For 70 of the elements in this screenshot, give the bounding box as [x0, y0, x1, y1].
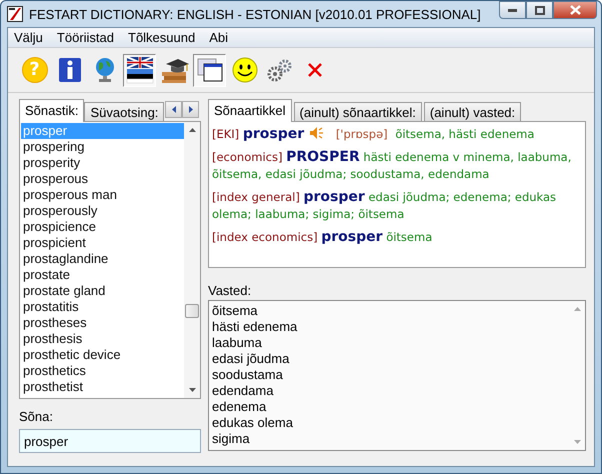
minimize-button[interactable] — [499, 1, 526, 19]
word-list-item[interactable]: prostate — [21, 267, 184, 283]
scrollbar[interactable] — [184, 122, 200, 398]
maximize-button[interactable] — [526, 1, 553, 19]
article-entry: [index general] prosper edasi jõudma; edenema; edukas olema; laabuma; sigima; õitsema — [212, 189, 558, 223]
word-list-item[interactable]: prostheses — [21, 315, 184, 331]
smiley-icon — [232, 57, 258, 83]
article-entry: [EKI] prosper ['prɒspə] õitsema, hästi edenema — [212, 126, 536, 143]
menu-item[interactable]: Tõlkesuund — [128, 30, 196, 45]
word-list-item[interactable]: prostaglandine — [21, 251, 184, 267]
speaker-icon[interactable] — [310, 127, 324, 139]
word-list-item[interactable]: prosperous — [21, 171, 184, 187]
scroll-up-icon — [574, 307, 580, 311]
tab[interactable]: (ainult) vasted: — [424, 102, 522, 122]
matches-list-item[interactable]: sigima — [212, 431, 566, 447]
scroll-left-button[interactable] — [165, 101, 182, 118]
menu-item[interactable]: Abi — [209, 30, 228, 45]
gears-icon — [266, 57, 294, 83]
info-icon — [58, 57, 82, 83]
word-list-item[interactable]: prosperity — [21, 155, 184, 171]
word-list-item[interactable]: prospicient — [21, 235, 184, 251]
window-icon — [196, 58, 222, 82]
matches-list-item[interactable]: õitsema — [212, 303, 566, 319]
close-icon — [306, 62, 322, 78]
word-list-item[interactable]: prosperous man — [21, 187, 184, 203]
menu-item[interactable]: Tööriistad — [56, 30, 114, 45]
toolbar-button[interactable] — [123, 54, 156, 86]
matches-list-item[interactable]: laabuma — [212, 335, 566, 351]
menu-item[interactable]: Välju — [14, 30, 43, 45]
matches-list-item[interactable]: hästi edenema — [212, 319, 566, 335]
graduation-cap-books-icon — [160, 56, 190, 84]
tab[interactable]: Sõnastik: — [19, 99, 84, 122]
scroll-down-icon — [188, 388, 196, 392]
word-list-item[interactable]: prosthesis — [21, 331, 184, 347]
word-list-item[interactable]: prostatitis — [21, 299, 184, 315]
matches-list-item[interactable]: edenema — [212, 399, 566, 415]
word-list-item[interactable]: prosthetics — [21, 363, 184, 379]
word-list-item[interactable]: prospicience — [21, 219, 184, 235]
matches-list-item[interactable]: soodustama — [212, 367, 566, 383]
window-title: FESTART DICTIONARY: ENGLISH - ESTONIAN [v2010.01 PROFESSIONAL] — [29, 6, 482, 22]
scroll-down-icon — [574, 440, 580, 444]
maximize-icon — [534, 6, 544, 14]
article-entry: [index economics] prosper õitsema — [212, 229, 434, 246]
word-list-item[interactable]: prospering — [21, 139, 184, 155]
globe-icon — [94, 57, 116, 83]
word-list-item[interactable]: prostate gland — [21, 283, 184, 299]
minimize-icon — [508, 8, 517, 12]
scroll-up-icon — [188, 128, 196, 132]
matches-label: Vasted: — [208, 282, 252, 299]
matches-list-item[interactable]: edendama — [212, 383, 566, 399]
close-button[interactable] — [553, 1, 597, 19]
matches-list-item[interactable]: edasi jõudma — [212, 351, 566, 367]
word-label: Sõna: — [19, 408, 54, 425]
tab[interactable]: Süvaotsing: — [84, 102, 164, 122]
tab[interactable]: (ainult) sõnaartikkel: — [294, 102, 422, 122]
flags-icon — [126, 56, 154, 84]
word-list-item[interactable]: prosperously — [21, 203, 184, 219]
scrollbar-thumb[interactable] — [185, 304, 199, 318]
matches-list-item[interactable]: edukas olema — [212, 415, 566, 431]
right-arrow-icon — [188, 106, 193, 113]
word-input-field[interactable]: prosper — [19, 429, 201, 453]
app-icon — [7, 6, 23, 22]
close-icon — [570, 5, 580, 15]
word-list-item[interactable]: prosthetic device — [21, 347, 184, 363]
tab[interactable]: Sõnaartikkel — [208, 99, 292, 122]
scroll-right-button[interactable] — [182, 101, 200, 118]
left-arrow-icon — [172, 106, 176, 113]
article-entry: [economics] PROSPER hästi edenema v minema, laabuma, õitsema, edasi jõudma; soodustama, edendama — [212, 149, 572, 183]
toolbar-button[interactable] — [193, 54, 226, 86]
word-list-item[interactable]: prosthetist — [21, 379, 184, 395]
